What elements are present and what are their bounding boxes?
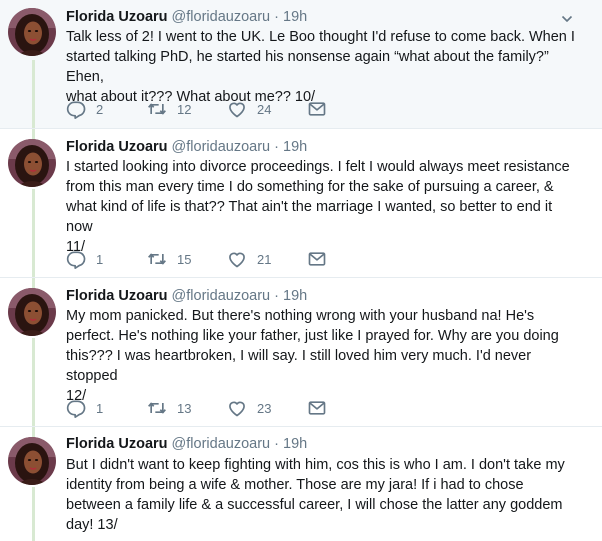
like-button[interactable]: 21 xyxy=(227,249,271,269)
tweet-header: Florida Uzoaru @floridauzoaru · 19h xyxy=(66,137,307,157)
author-handle[interactable]: @floridauzoaru xyxy=(172,9,271,25)
avatar[interactable] xyxy=(8,139,56,187)
retweet-icon xyxy=(147,249,167,269)
like-button[interactable]: 24 xyxy=(227,99,271,119)
retweet-button[interactable]: 15 xyxy=(147,249,191,269)
thread-line xyxy=(32,129,35,139)
retweet-count: 15 xyxy=(177,251,192,267)
separator-dot: · xyxy=(274,436,279,452)
message-icon xyxy=(307,398,327,418)
author-handle[interactable]: @floridauzoaru xyxy=(172,288,271,304)
retweet-icon xyxy=(147,398,167,418)
like-icon xyxy=(227,99,247,119)
tweet-text: My mom panicked. But there's nothing wro… xyxy=(66,306,576,406)
message-icon xyxy=(307,249,327,269)
direct-message-button[interactable] xyxy=(307,99,327,119)
message-icon xyxy=(307,99,327,119)
reply-count: 1 xyxy=(96,251,104,267)
tweet-text-line: identity from being a wife & mother. Tho… xyxy=(66,477,524,493)
reply-icon xyxy=(66,249,86,269)
tweet-text-line: But I didn't want to keep fighting with … xyxy=(66,457,565,473)
reply-button[interactable]: 1 xyxy=(66,398,103,418)
reply-count: 1 xyxy=(96,400,104,416)
reply-icon xyxy=(66,398,86,418)
retweet-icon xyxy=(147,99,167,119)
like-icon xyxy=(227,398,247,418)
retweet-button[interactable]: 12 xyxy=(147,99,191,119)
thread-line xyxy=(32,338,35,426)
tweet-text: But I didn't want to keep fighting with … xyxy=(66,455,576,535)
tweet-header: Florida Uzoaru @floridauzoaru · 19h xyxy=(66,7,307,27)
separator-dot: · xyxy=(274,139,279,155)
separator-dot: · xyxy=(274,288,279,304)
timestamp[interactable]: 19h xyxy=(283,288,307,304)
tweet-text-line: this??? I was heartbroken, I will say. I… xyxy=(66,348,532,384)
tweet[interactable]: Florida Uzoaru @floridauzoaru · 19h Talk… xyxy=(0,0,602,128)
author-handle[interactable]: @floridauzoaru xyxy=(172,139,271,155)
author-name[interactable]: Florida Uzoaru xyxy=(66,436,168,452)
reply-button[interactable]: 1 xyxy=(66,249,103,269)
avatar[interactable] xyxy=(8,437,56,485)
tweet-header: Florida Uzoaru @floridauzoaru · 19h xyxy=(66,434,307,454)
author-name[interactable]: Florida Uzoaru xyxy=(66,139,168,155)
tweet-text-line: Talk less of 2! I went to the UK. Le Boo… xyxy=(66,29,575,45)
like-count: 23 xyxy=(257,400,272,416)
retweet-count: 13 xyxy=(177,400,192,416)
reply-icon xyxy=(66,99,86,119)
reply-button[interactable]: 2 xyxy=(66,99,103,119)
direct-message-button[interactable] xyxy=(307,398,327,418)
tweet-text-line: between a family life & a successful car… xyxy=(66,497,563,513)
tweet[interactable]: Florida Uzoaru @floridauzoaru · 19h I st… xyxy=(0,129,602,277)
tweet-text: I started looking into divorce proceedin… xyxy=(66,157,576,257)
tweet[interactable]: Florida Uzoaru @floridauzoaru · 19h My m… xyxy=(0,278,602,426)
timestamp[interactable]: 19h xyxy=(283,436,307,452)
tweet-text-line: from this man every time I do something … xyxy=(66,179,554,195)
like-button[interactable]: 23 xyxy=(227,398,271,418)
thread-line xyxy=(32,189,35,277)
tweet-text-line: My mom panicked. But there's nothing wro… xyxy=(66,308,535,324)
tweet-header: Florida Uzoaru @floridauzoaru · 19h xyxy=(66,286,307,306)
separator-dot: · xyxy=(274,9,279,25)
author-name[interactable]: Florida Uzoaru xyxy=(66,288,168,304)
direct-message-button[interactable] xyxy=(307,249,327,269)
tweet-text-line: started talking PhD, he started his nons… xyxy=(66,49,549,85)
thread-line xyxy=(32,427,35,437)
reply-count: 2 xyxy=(96,101,104,117)
avatar[interactable] xyxy=(8,288,56,336)
like-count: 21 xyxy=(257,251,272,267)
tweet-text-line: day! 13/ xyxy=(66,517,118,533)
tweet-text-line: I started looking into divorce proceedin… xyxy=(66,159,570,175)
timestamp[interactable]: 19h xyxy=(283,9,307,25)
chevron-down-icon[interactable] xyxy=(560,12,574,26)
retweet-count: 12 xyxy=(177,101,192,117)
thread-line xyxy=(32,278,35,288)
thread-line xyxy=(32,60,35,128)
tweet-text-line: what kind of life is that?? That ain't t… xyxy=(66,199,553,235)
tweet[interactable]: Florida Uzoaru @floridauzoaru · 19h But … xyxy=(0,427,602,541)
retweet-button[interactable]: 13 xyxy=(147,398,191,418)
tweet-text-line: perfect. He's nothing like your father, … xyxy=(66,328,559,344)
author-handle[interactable]: @floridauzoaru xyxy=(172,436,271,452)
tweet-text: Talk less of 2! I went to the UK. Le Boo… xyxy=(66,27,576,107)
avatar[interactable] xyxy=(8,8,56,56)
author-name[interactable]: Florida Uzoaru xyxy=(66,9,168,25)
timestamp[interactable]: 19h xyxy=(283,139,307,155)
like-count: 24 xyxy=(257,101,272,117)
thread-line xyxy=(32,487,35,541)
like-icon xyxy=(227,249,247,269)
